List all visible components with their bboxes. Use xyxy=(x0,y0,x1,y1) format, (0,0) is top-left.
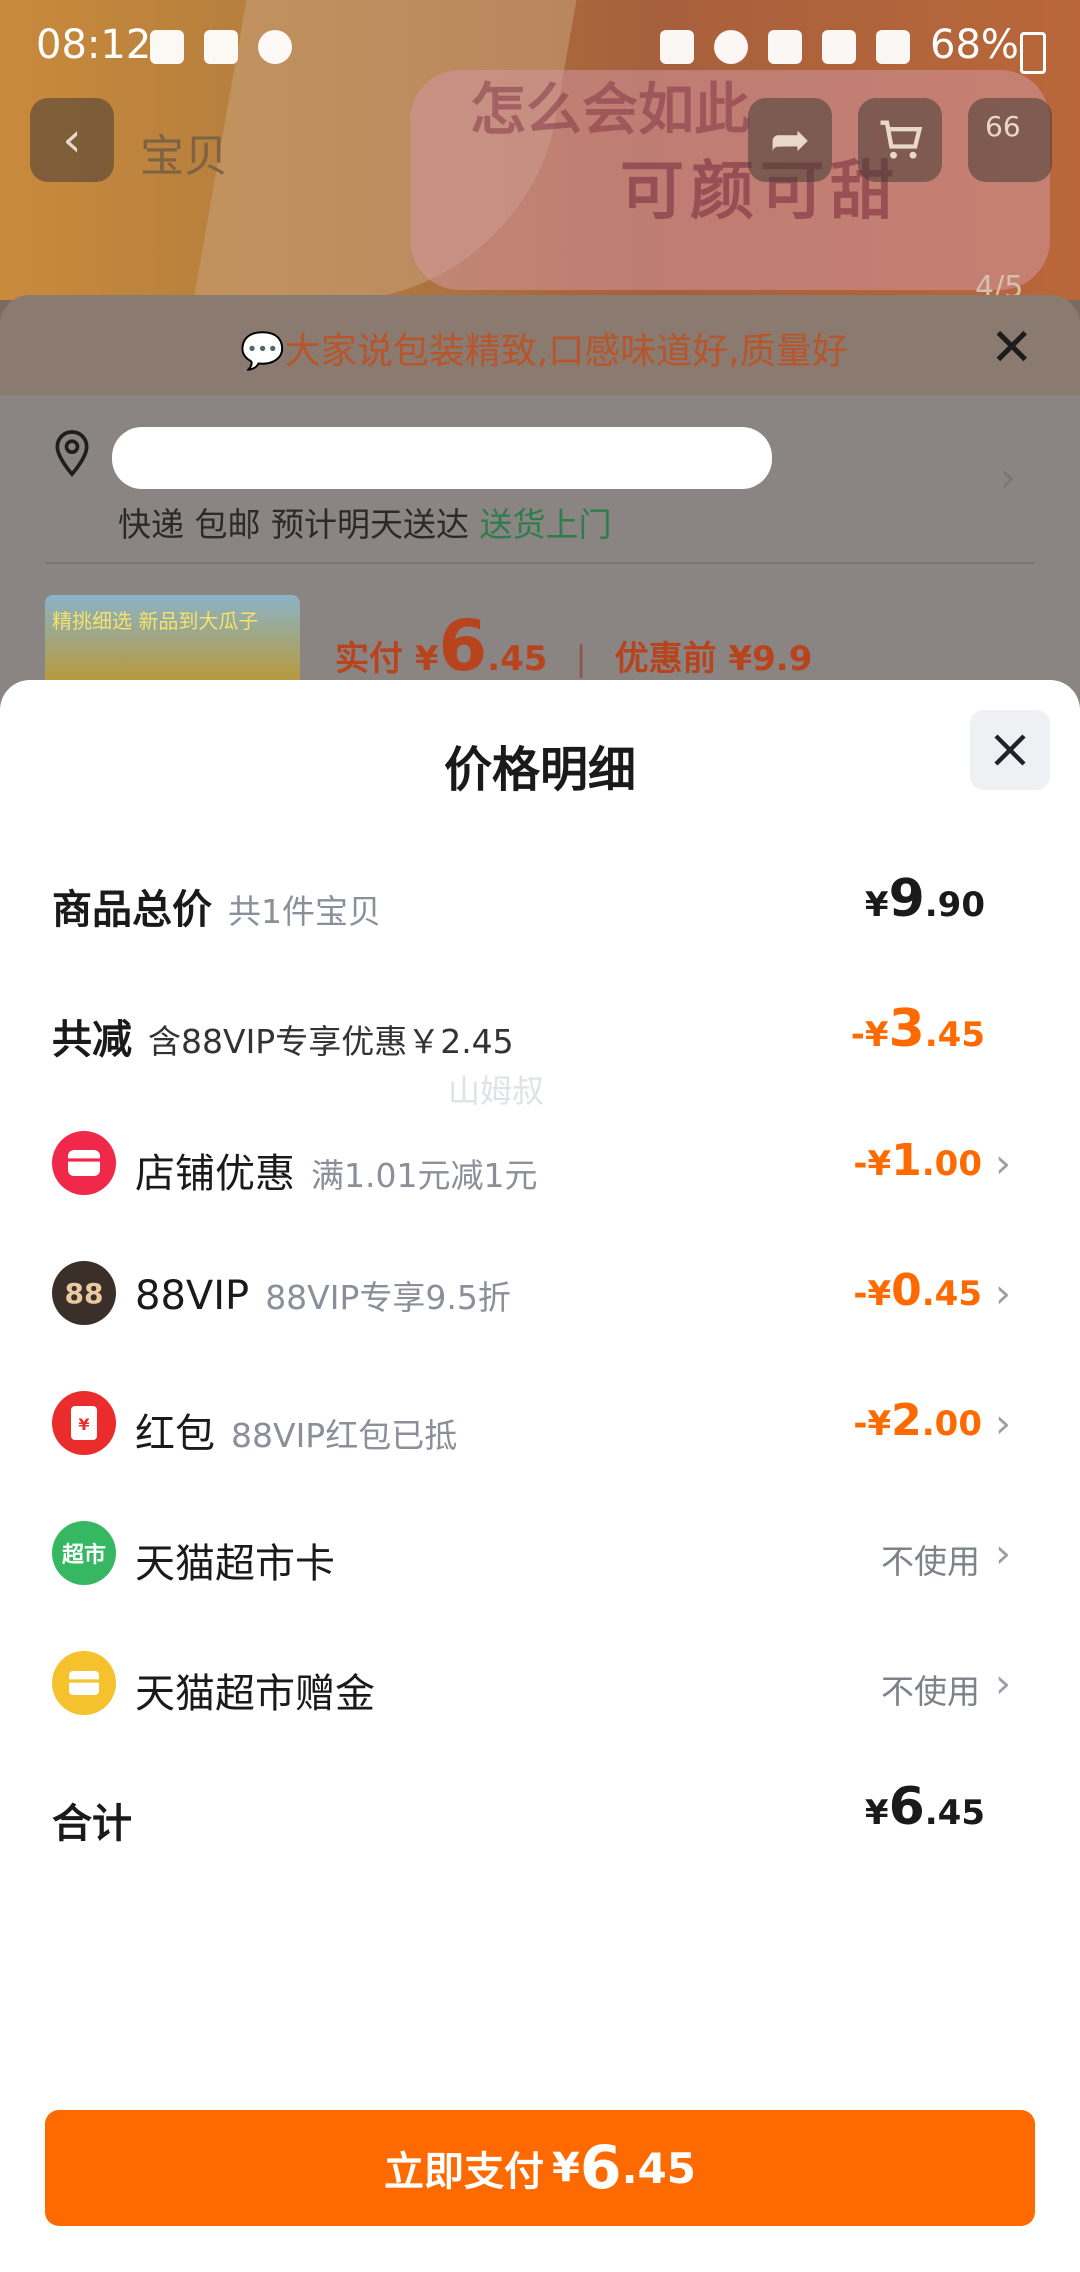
vip-discount-note: 含88VIP专享优惠￥2.45 xyxy=(148,1022,514,1061)
tmall-card-label: 天猫超市卡 xyxy=(135,1541,335,1587)
address-chevron-icon[interactable]: › xyxy=(1000,455,1016,501)
signal-icon xyxy=(876,30,910,64)
status-time: 08:12 xyxy=(36,22,152,68)
red-packet-amount: -¥2.00 xyxy=(853,1395,982,1446)
tmall-gift-status: 不使用 xyxy=(881,1672,980,1711)
total-price-row: 商品总价 共1件宝贝 ¥9.90 xyxy=(0,855,1080,955)
order-sheet-close-icon[interactable]: ✕ xyxy=(990,318,1034,378)
sum-row: 合计 ¥6.45 xyxy=(0,1763,1080,1863)
chevron-right-icon: › xyxy=(995,1141,1011,1187)
vip-discount-amount: -¥0.45 xyxy=(853,1265,982,1316)
store-discount-icon xyxy=(52,1131,116,1195)
red-packet-row[interactable]: ¥ 红包 88VIP红包已抵 -¥2.00 › xyxy=(0,1373,1080,1473)
tmall-card-row[interactable]: 超市 天猫超市卡 不使用 › xyxy=(0,1503,1080,1603)
88vip-icon: 88 xyxy=(52,1261,116,1325)
battery-icon xyxy=(1020,32,1046,74)
sum-amount: ¥6.45 xyxy=(864,1777,985,1837)
chat-bubble-icon: 💬 xyxy=(240,331,285,372)
total-discount-amount: -¥3.45 xyxy=(850,999,985,1059)
status-bar: 08:12 68% xyxy=(0,0,1080,96)
mute-icon xyxy=(768,30,802,64)
vip-discount-rule: 88VIP专享9.5折 xyxy=(265,1278,511,1317)
cart-button[interactable] xyxy=(858,98,942,182)
check-icon xyxy=(204,30,238,64)
app-icon xyxy=(258,30,292,64)
red-packet-icon: ¥ xyxy=(52,1391,116,1455)
chevron-right-icon: › xyxy=(995,1531,1011,1577)
store-discount-rule: 满1.01元减1元 xyxy=(311,1156,538,1195)
battery-saver-icon xyxy=(660,30,694,64)
total-discount-label: 共减 xyxy=(52,1017,132,1063)
sheet-title: 价格明细 xyxy=(443,742,636,798)
share-button[interactable]: ➦ xyxy=(748,98,832,182)
tmall-supermarket-card-icon: 超市 xyxy=(52,1521,116,1585)
watermark: 山姆叔 xyxy=(448,1072,545,1110)
cart-icon xyxy=(880,120,923,159)
chevron-right-icon: › xyxy=(995,1401,1011,1447)
svg-text:¥: ¥ xyxy=(78,1415,89,1434)
back-button[interactable]: ‹ xyxy=(30,98,114,182)
divider xyxy=(45,562,1035,564)
order-price-summary: 实付 ¥6.45 | 优惠前 ¥9.9 xyxy=(335,605,813,687)
total-count: 共1件宝贝 xyxy=(228,892,381,931)
total-price-label: 商品总价 xyxy=(52,887,212,933)
product-thumbnail-text: 精挑细选 新品到大瓜子 xyxy=(52,609,259,633)
cart-count-badge: 66 xyxy=(985,110,1021,143)
shipping-info: 快递 包邮 预计明天送达 送货上门 xyxy=(118,505,612,544)
share-icon: ➦ xyxy=(769,112,811,168)
tmall-gift-row[interactable]: 天猫超市赠金 不使用 › xyxy=(0,1633,1080,1733)
vip-discount-label: 88VIP xyxy=(135,1273,250,1319)
wifi-icon xyxy=(822,30,856,64)
pay-now-button[interactable]: 立即支付 ¥6.45 xyxy=(45,2110,1035,2226)
red-packet-label: 红包 xyxy=(135,1411,215,1457)
total-price-amount: ¥9.90 xyxy=(864,869,985,929)
tmall-card-status: 不使用 xyxy=(881,1542,980,1581)
tmall-gift-money-icon xyxy=(52,1651,116,1715)
sum-label: 合计 xyxy=(52,1801,132,1847)
store-discount-row[interactable]: 店铺优惠 满1.01元减1元 -¥1.00 › xyxy=(0,1113,1080,1213)
gallery-icon xyxy=(150,30,184,64)
price-detail-close-button[interactable] xyxy=(970,710,1050,790)
delivery-door-label: 送货上门 xyxy=(479,505,612,544)
vip-discount-row[interactable]: 88 88VIP 88VIP专享9.5折 -¥0.45 › xyxy=(0,1243,1080,1343)
tmall-gift-label: 天猫超市赠金 xyxy=(135,1671,375,1717)
store-discount-label: 店铺优惠 xyxy=(135,1151,295,1197)
red-packet-note: 88VIP红包已抵 xyxy=(231,1416,458,1455)
alarm-icon xyxy=(714,30,748,64)
chevron-right-icon: › xyxy=(995,1661,1011,1707)
system-icons xyxy=(660,30,910,64)
notification-icons xyxy=(150,30,292,64)
chevron-left-icon: ‹ xyxy=(62,112,82,168)
close-icon xyxy=(994,734,1026,766)
chevron-right-icon: › xyxy=(995,1271,1011,1317)
review-tip-text: 💬大家说包装精致,口感味道好,质量好 xyxy=(240,331,848,372)
location-pin-icon xyxy=(50,428,94,484)
tab-title[interactable]: 宝贝 xyxy=(140,120,228,184)
address-redaction xyxy=(112,427,772,489)
battery-percentage: 68% xyxy=(930,22,1019,68)
store-discount-amount: -¥1.00 xyxy=(853,1135,982,1186)
